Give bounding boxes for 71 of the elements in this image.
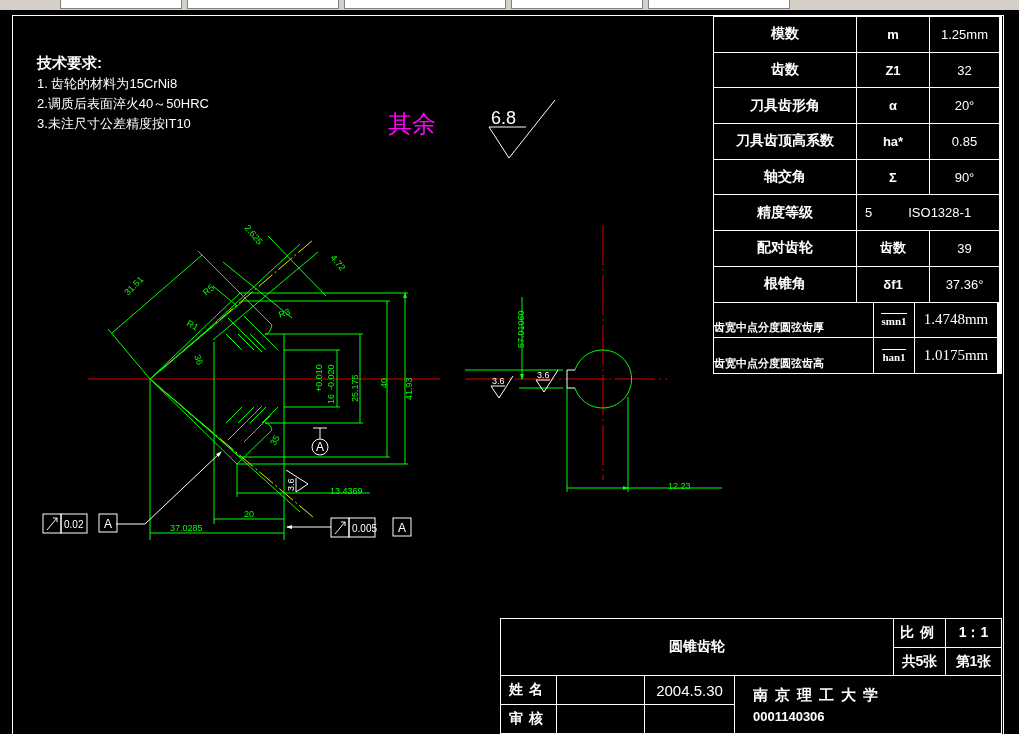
datum-label: A [98,513,118,533]
toolbar-dropdown[interactable] [511,0,643,9]
parameter-label: 齿宽中点分度圆弦齿高 [714,338,873,373]
parameter-value: 20° [930,88,999,124]
notes-title: 技术要求: [37,54,103,73]
parameter-value: 32 [930,52,999,88]
part-name: 圆锥齿轮 [501,619,893,675]
parameter-symbol: Σ [857,159,929,195]
parameter-value: 39 [930,231,999,266]
sheet-number: 第1张 [946,648,1001,675]
date-text: 2004.5.30 [645,676,734,704]
parameter-symbol: α [857,88,929,124]
school-name: 南京理工大学 [753,685,885,705]
parameter-value: 1.25mm [930,17,999,52]
dimension-label: 25.175 [350,374,360,402]
dimension-label: R3 [277,306,292,320]
parameter-label: 模数 [714,17,856,52]
dimension-label: 13.4369 [330,486,363,496]
parameter-symbol: 5 [865,205,873,221]
note-text: 1. 齿轮的材料为15CrNi8 [37,75,179,93]
tolerance-value: 0.02 [60,513,88,534]
parameter-label: 齿宽中点分度圆弦齿厚 [714,302,873,338]
dimension-label: 12.23 [668,481,691,491]
tolerance-value: 0.005 [348,517,378,538]
parameter-label: 精度等级 [714,195,856,231]
surface-finish-label: 其余 [388,110,436,137]
student-id: 0001140306 [753,708,825,724]
dimension-label: 40 [379,378,389,388]
dimension-label: 36 [192,353,205,367]
dimension-label: 20 [244,509,254,519]
dimension-label: +0.010 [314,364,324,392]
parameter-value: ISO1328-1 [908,205,972,221]
toolbar-dropdown[interactable] [648,0,790,9]
parameter-label: 刀具齿形角 [714,88,856,124]
dimension-label: -0.020 [326,364,336,390]
sheet-total: 共5张 [894,648,945,675]
dimension-label: 37.0285 [170,523,203,533]
parameter-value: 37.36° [930,266,999,302]
parameter-symbol: Z1 [857,52,929,88]
parameter-label: 配对齿轮 [714,231,856,266]
dimension-label: R1 [185,318,200,333]
parameter-value: 0.85 [930,124,999,159]
dimension-label: 4.72 [328,252,348,273]
dimension-label: R5 [200,282,217,298]
toolbar-dropdown[interactable] [344,0,506,9]
parameter-label: 轴交角 [714,159,856,195]
parameter-value: 1.0175mm [915,338,997,373]
parameter-symbol: δf1 [857,266,929,302]
parameter-label: 根锥角 [714,266,856,302]
dimension-label: 35 [268,433,282,447]
runout-icon [330,517,350,538]
parameter-label: 齿数 [714,52,856,88]
parameter-symbol: ha* [857,124,929,159]
parameter-value: 1.4748mm [915,302,997,338]
toolbar-dropdown[interactable] [60,0,182,9]
runout-icon [42,513,62,534]
checked-by-label: 审核 [501,705,556,733]
parameter-value: 90° [930,159,999,195]
datum-label: A [392,517,412,537]
scale-value: 1：1 [946,619,1001,647]
parameter-symbol: m [857,17,929,52]
drawn-by-label: 姓名 [501,676,556,704]
note-text: 2.调质后表面淬火40～50HRC [37,95,209,113]
toolbar-dropdown[interactable] [187,0,339,9]
scale-label: 比例 [894,619,945,647]
note-text: 3.未注尺寸公差精度按IT10 [37,115,192,133]
dimension-label: 57.01060 [516,310,526,348]
dimension-label: 16 [326,394,336,404]
parameter-symbol: 齿数 [857,231,929,266]
dimension-label: 41.93 [404,377,414,400]
parameter-label: 刀具齿顶高系数 [714,124,856,159]
